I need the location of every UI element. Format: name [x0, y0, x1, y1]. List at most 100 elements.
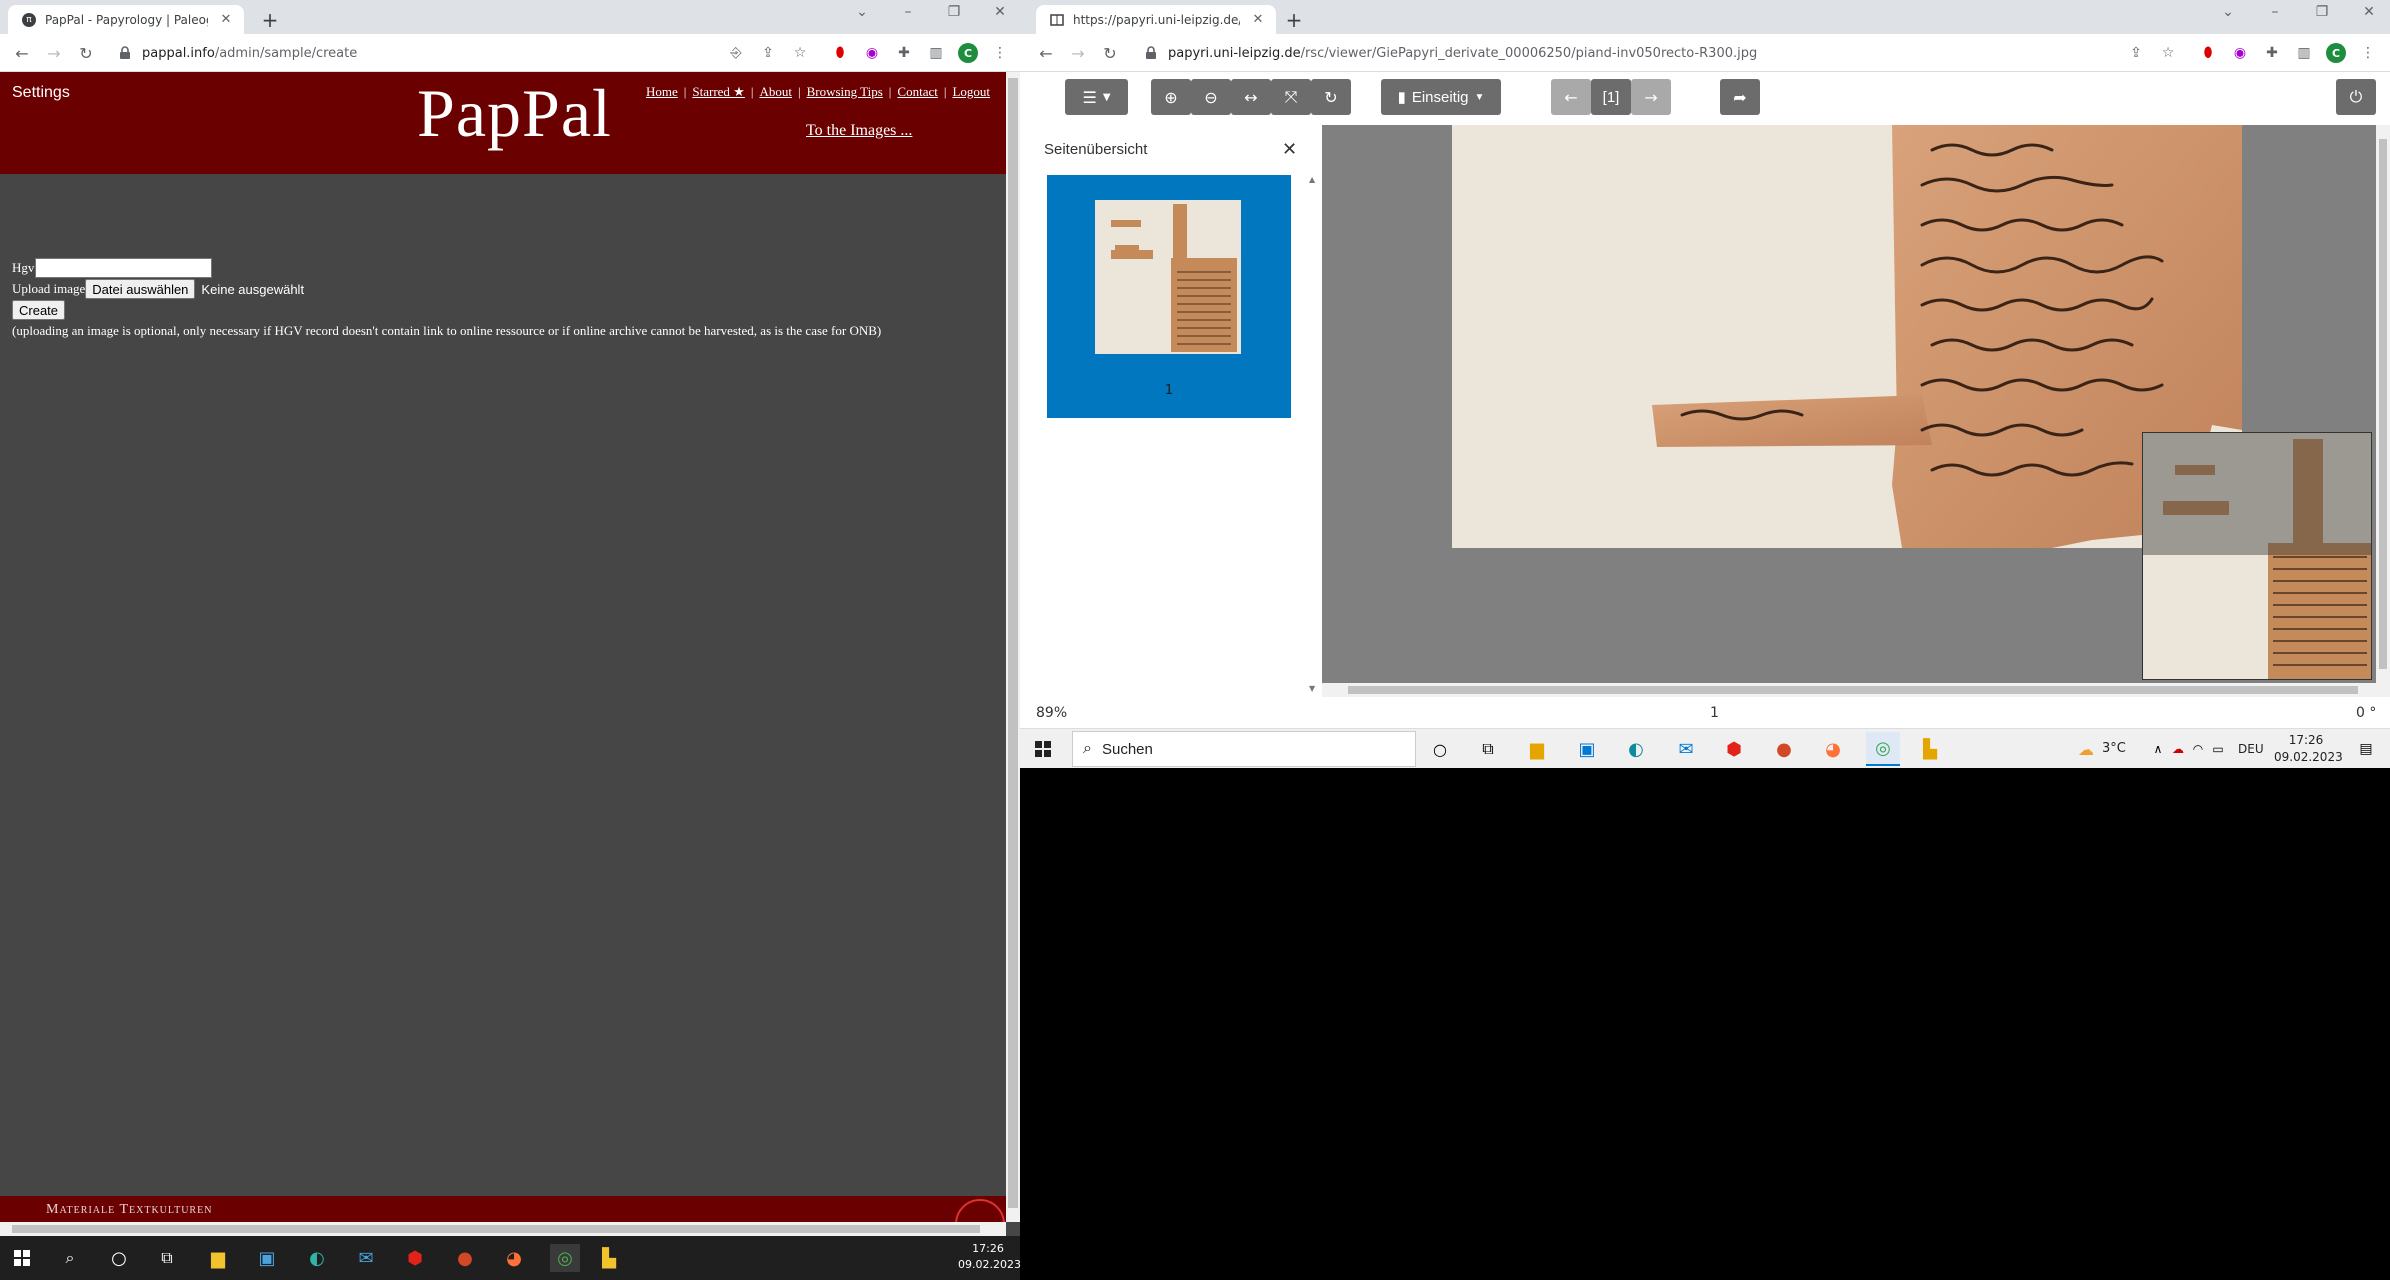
page-indicator[interactable]: [1]: [1591, 79, 1631, 115]
acrobat-icon[interactable]: ⬢: [403, 1247, 427, 1269]
canvas-vertical-scrollbar[interactable]: [2376, 125, 2390, 685]
bookmark-star-icon[interactable]: ☆: [790, 43, 810, 63]
rotate-button[interactable]: ↻: [1311, 79, 1351, 115]
restore-button[interactable]: ❐: [939, 4, 969, 20]
to-images-link[interactable]: To the Images ...: [806, 122, 912, 140]
previous-page-button[interactable]: ←: [1551, 79, 1591, 115]
choose-file-button[interactable]: Datei auswählen: [85, 279, 196, 299]
profile-avatar[interactable]: C: [2326, 43, 2346, 63]
acrobat-icon[interactable]: ⬢: [1722, 738, 1746, 760]
store-icon[interactable]: ▣: [255, 1247, 279, 1269]
bookmark-star-icon[interactable]: ☆: [2158, 43, 2178, 63]
tab-pappal[interactable]: π PapPal - Papyrology | Paleograph ✕: [8, 5, 244, 34]
powerpoint-icon[interactable]: ●: [1772, 738, 1796, 760]
share-icon[interactable]: ⇪: [758, 43, 778, 63]
chrome-icon[interactable]: ◎: [1866, 732, 1900, 766]
minimize-button[interactable]: –: [2260, 4, 2290, 20]
extension-red-icon[interactable]: ⬮: [2198, 43, 2218, 63]
restore-button[interactable]: ❐: [2307, 4, 2337, 20]
notification-icon[interactable]: ▤: [2354, 738, 2378, 760]
back-button[interactable]: ←: [12, 43, 32, 63]
tab-papyri-viewer[interactable]: https://papyri.uni-leipzig.de/rsc/ ✕: [1036, 5, 1276, 34]
chrome-icon[interactable]: ◎: [550, 1244, 580, 1272]
next-page-button[interactable]: →: [1631, 79, 1671, 115]
close-viewer-button[interactable]: ⏻: [2336, 79, 2376, 115]
nav-starred[interactable]: Starred ★: [692, 84, 744, 99]
weather-icon[interactable]: ☁: [2074, 738, 2098, 760]
search-icon[interactable]: ⌕: [58, 1247, 82, 1269]
taskbar-search-box[interactable]: ⌕ Suchen: [1072, 731, 1416, 767]
file-manager-icon[interactable]: ▙: [597, 1247, 621, 1269]
extensions-puzzle-icon[interactable]: ✚: [2262, 43, 2282, 63]
task-view-icon[interactable]: ⧉: [1476, 738, 1500, 760]
new-tab-button[interactable]: +: [1282, 8, 1306, 32]
edge-icon[interactable]: ◐: [305, 1247, 329, 1269]
sidebar-scrollbar[interactable]: ▲ ▼: [1307, 175, 1319, 693]
address-bar[interactable]: papyri.uni-leipzig.de/rsc/viewer/GiePapy…: [1144, 39, 1757, 67]
forward-button[interactable]: →: [44, 43, 64, 63]
back-button[interactable]: ←: [1036, 43, 1056, 63]
nav-contact[interactable]: Contact: [897, 84, 937, 99]
task-view-icon[interactable]: ⧉: [155, 1247, 179, 1269]
zoom-out-button[interactable]: ⊖: [1191, 79, 1231, 115]
left-vertical-scrollbar[interactable]: [1006, 72, 1020, 1222]
reload-button[interactable]: ↻: [1100, 43, 1120, 63]
side-panel-icon[interactable]: ▥: [2294, 43, 2314, 63]
close-sidebar-icon[interactable]: ✕: [1282, 139, 1297, 160]
profile-avatar[interactable]: C: [958, 43, 978, 63]
tab-search-icon[interactable]: ⌄: [847, 4, 877, 20]
windows-start-icon[interactable]: [14, 1250, 30, 1266]
file-explorer-icon[interactable]: ▆: [1525, 738, 1549, 760]
minimize-button[interactable]: –: [893, 4, 923, 20]
forward-button[interactable]: →: [1068, 43, 1088, 63]
close-tab-icon[interactable]: ✕: [1250, 12, 1266, 28]
extension-purple-icon[interactable]: ◉: [862, 43, 882, 63]
language-indicator[interactable]: DEU: [2238, 742, 2264, 756]
close-tab-icon[interactable]: ✕: [218, 12, 234, 28]
cortana-icon[interactable]: ○: [1428, 738, 1452, 760]
right-clock[interactable]: 17:26 09.02.2023: [2274, 732, 2343, 766]
extensions-puzzle-icon[interactable]: ✚: [894, 43, 914, 63]
firefox-icon[interactable]: ◕: [1821, 738, 1845, 760]
store-icon[interactable]: ▣: [1575, 738, 1599, 760]
extension-red-icon[interactable]: ⬮: [830, 43, 850, 63]
nav-about[interactable]: About: [759, 84, 792, 99]
settings-label[interactable]: Settings: [12, 84, 70, 102]
battery-icon[interactable]: ▭: [2206, 738, 2230, 760]
hgv-input[interactable]: [35, 258, 213, 278]
share-viewer-button[interactable]: ➦: [1720, 79, 1760, 115]
translate-icon[interactable]: ⎆: [726, 43, 746, 63]
address-bar[interactable]: pappal.info/admin/sample/create: [118, 39, 357, 67]
share-icon[interactable]: ⇪: [2126, 43, 2146, 63]
page-mode-dropdown[interactable]: ▮ Einseitig ▼: [1381, 79, 1501, 115]
close-window-button[interactable]: ✕: [985, 4, 1015, 20]
cortana-icon[interactable]: ○: [107, 1247, 131, 1269]
side-panel-icon[interactable]: ▥: [926, 43, 946, 63]
canvas-horizontal-scrollbar[interactable]: [1322, 683, 2390, 697]
nav-logout[interactable]: Logout: [952, 84, 990, 99]
nav-browsing-tips[interactable]: Browsing Tips: [807, 84, 883, 99]
nav-home[interactable]: Home: [646, 84, 678, 99]
page-thumbnail-1[interactable]: 1: [1047, 175, 1291, 418]
extension-purple-icon[interactable]: ◉: [2230, 43, 2250, 63]
zoom-in-button[interactable]: ⊕: [1151, 79, 1191, 115]
fit-page-button[interactable]: ⤧: [1271, 79, 1311, 115]
fit-width-button[interactable]: ↔: [1231, 79, 1271, 115]
powerpoint-icon[interactable]: ●: [453, 1247, 477, 1269]
file-explorer-icon[interactable]: ▆: [206, 1247, 230, 1269]
left-clock[interactable]: 17:26 09.02.2023: [958, 1241, 1021, 1273]
weather-temp[interactable]: 3°C: [2102, 741, 2126, 756]
image-canvas[interactable]: [1322, 125, 2390, 697]
close-window-button[interactable]: ✕: [2354, 4, 2384, 20]
mail-icon[interactable]: ✉: [354, 1247, 378, 1269]
new-tab-button[interactable]: +: [258, 8, 282, 32]
firefox-icon[interactable]: ◕: [502, 1247, 526, 1269]
menu-kebab-icon[interactable]: ⋮: [2358, 43, 2378, 63]
navigation-minimap[interactable]: [2142, 432, 2372, 680]
edge-icon[interactable]: ◐: [1624, 738, 1648, 760]
create-button[interactable]: Create: [12, 300, 66, 320]
viewer-menu-button[interactable]: ☰ ▼: [1065, 79, 1128, 115]
mail-icon[interactable]: ✉: [1674, 738, 1698, 760]
menu-kebab-icon[interactable]: ⋮: [990, 43, 1010, 63]
file-manager-icon[interactable]: ▙: [1918, 738, 1942, 760]
